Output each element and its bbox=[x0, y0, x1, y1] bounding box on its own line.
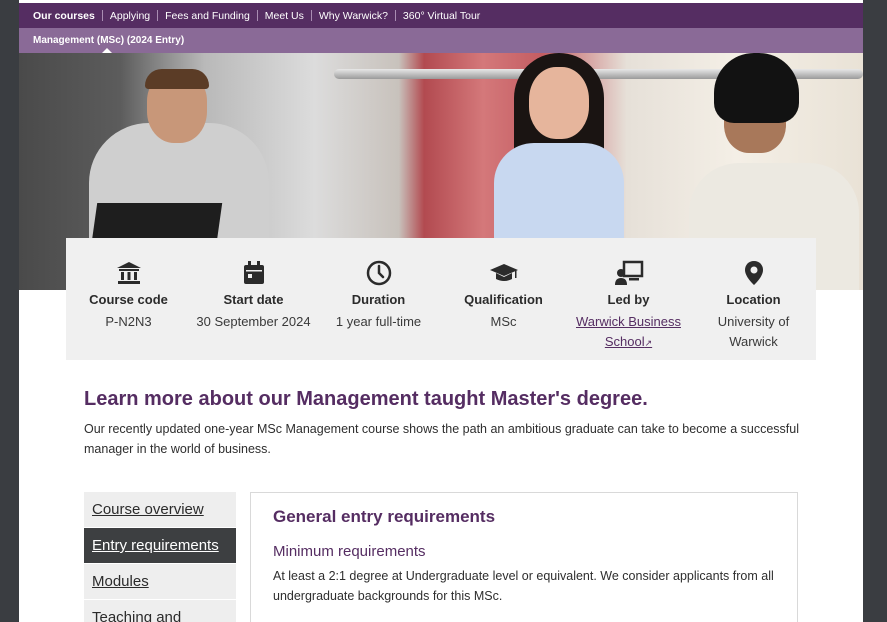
info-value: P-N2N3 bbox=[105, 314, 152, 329]
nav-divider bbox=[256, 10, 258, 21]
nav-divider bbox=[101, 10, 103, 21]
panel-title: General entry requirements bbox=[273, 507, 496, 526]
panel-subtitle: Minimum requirements bbox=[273, 543, 426, 560]
intro-title: Learn more about our Management taught M… bbox=[84, 388, 648, 410]
nav-applying[interactable]: Applying bbox=[110, 10, 150, 22]
nav-course-title[interactable]: Management (MSc) (2024 Entry) bbox=[33, 35, 184, 46]
external-link-icon: ↗ bbox=[644, 338, 653, 348]
info-start-date: Start date 30 September 2024 bbox=[191, 238, 316, 360]
graduation-cap-icon bbox=[489, 264, 518, 281]
info-course-code: Course code P-N2N3 bbox=[66, 238, 191, 360]
nav-why-warwick[interactable]: Why Warwick? bbox=[319, 10, 388, 22]
entry-requirements-panel: General entry requirements Minimum requi… bbox=[250, 492, 798, 622]
info-duration: Duration 1 year full-time bbox=[316, 238, 441, 360]
institution-icon bbox=[116, 262, 141, 284]
info-label: Qualification bbox=[464, 292, 543, 307]
nav-divider bbox=[157, 10, 159, 21]
info-label: Location bbox=[726, 292, 781, 307]
nav-meet-us[interactable]: Meet Us bbox=[265, 10, 304, 22]
info-label: Led by bbox=[607, 292, 650, 307]
calendar-icon bbox=[243, 261, 264, 284]
nav-virtual-tour[interactable]: 360° Virtual Tour bbox=[403, 10, 480, 22]
course-section-nav: Course overview Entry requirements Modul… bbox=[84, 492, 236, 622]
sidenav-modules[interactable]: Modules bbox=[84, 564, 236, 600]
sidenav-course-overview[interactable]: Course overview bbox=[84, 492, 236, 528]
info-qualification: Qualification MSc bbox=[441, 238, 566, 360]
primary-nav: Our courses Applying Fees and Funding Me… bbox=[19, 3, 863, 28]
info-label: Duration bbox=[351, 292, 406, 307]
info-value: Warwick Business School↗ bbox=[576, 312, 681, 353]
info-value: 1 year full-time bbox=[335, 314, 422, 329]
clock-icon bbox=[366, 260, 391, 286]
warwick-business-school-link[interactable]: Warwick Business School↗ bbox=[576, 314, 681, 349]
sidenav-teaching[interactable]: Teaching and bbox=[84, 600, 236, 622]
course-info-box: Course code P-N2N3 Start date 30 Septemb… bbox=[66, 238, 816, 360]
info-label: Start date bbox=[223, 292, 284, 307]
nav-fees-and-funding[interactable]: Fees and Funding bbox=[165, 10, 250, 22]
sidenav-entry-requirements[interactable]: Entry requirements bbox=[84, 528, 236, 564]
info-location: Location University of Warwick bbox=[691, 238, 816, 360]
nav-divider bbox=[394, 10, 396, 21]
info-led-by: Led by Warwick Business School↗ bbox=[566, 238, 691, 360]
info-value: 30 September 2024 bbox=[196, 314, 311, 329]
info-value: University of Warwick bbox=[717, 314, 790, 349]
info-label: Course code bbox=[89, 292, 168, 307]
secondary-nav: Management (MSc) (2024 Entry) bbox=[19, 28, 863, 53]
intro-text: Our recently updated one-year MSc Manage… bbox=[84, 422, 799, 456]
panel-text: At least a 2:1 degree at Undergraduate l… bbox=[273, 569, 774, 603]
map-pin-icon bbox=[744, 261, 763, 285]
nav-our-courses[interactable]: Our courses bbox=[33, 10, 95, 22]
info-value: MSc bbox=[490, 314, 517, 329]
nav-divider bbox=[310, 10, 312, 21]
teacher-icon bbox=[614, 260, 643, 285]
